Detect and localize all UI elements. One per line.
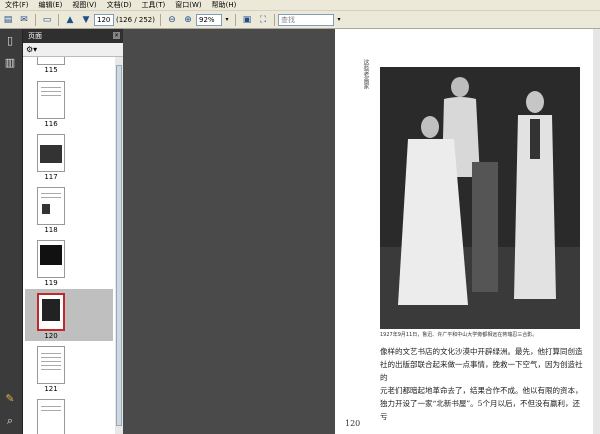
document-canvas: 这些老画家 1927年9月11日，鲁迅、许广平和中山大学旁都相远在蒋瑞忍三合影。… [124,29,600,434]
thumbnail-label: 119 [44,279,58,287]
comment-icon[interactable]: ▭ [40,13,54,26]
zoom-dropdown-icon[interactable]: ▾ [223,13,231,26]
pages-panel: 页面 × ⚙▾ 115 116 117 118 119 120 121 [23,29,123,434]
thumbnail-list: 115 116 117 118 119 120 121 [23,57,115,434]
page-total: (126 / 252) [116,15,155,24]
thumbnail-118[interactable] [37,187,65,225]
thumbnail-next[interactable] [37,399,65,434]
thumbnail-label: 115 [44,66,58,74]
zoom-input[interactable]: 92% [196,13,222,26]
historical-photo [380,67,580,329]
pages-panel-header: 页面 × [23,29,123,43]
document-page: 这些老画家 1927年9月11日，鲁迅、许广平和中山大学旁都相远在蒋瑞忍三合影。… [335,29,593,434]
menu-help[interactable]: 帮助(H) [207,0,242,10]
zoom-in-icon[interactable]: ⊕ [181,13,195,26]
body-text: 像样的文艺书店的文化沙漠中开辟绿洲。最先，他打算同创造 社的出版部联合起来做一点… [380,345,585,423]
thumbnail-scrollbar[interactable] [115,57,123,434]
body-line: 元老们都暗起地革命去了，结果合作不成。他以有限的资本， [380,386,583,395]
toolbar-separator [58,13,59,26]
thumbnail-115[interactable] [37,57,65,65]
toolbar-separator [160,13,161,26]
navigation-rail: ▯ ▥ ✎ ⌕ [0,29,23,434]
next-page-icon[interactable]: ▼ [79,13,93,26]
thumbnail-116[interactable] [37,81,65,119]
body-line: 社的出版部联合起来做一点事情，挽救一下空气，因为创造社的 [380,360,583,382]
menu-view[interactable]: 视图(V) [67,0,101,10]
thumbnail-117[interactable] [37,134,65,172]
fit-width-icon[interactable]: ⛶ [256,13,270,26]
menu-document[interactable]: 文档(D) [102,0,137,10]
thumbnail-label: 121 [44,385,58,393]
thumbnail-label: 118 [44,226,58,234]
pages-panel-title: 页面 [28,32,42,40]
toolbar-separator [235,13,236,26]
photo-figures [380,67,580,329]
page-number: 120 [345,419,361,428]
menu-file[interactable]: 文件(F) [0,0,34,10]
running-title: 这些老画家 [362,59,369,89]
thumbnail-121[interactable] [37,346,65,384]
thumbnail-label: 116 [44,120,58,128]
print-icon[interactable]: ▤ [1,13,15,26]
toolbar: ▤ ✉ ▭ ▲ ▼ 120 (126 / 252) ⊖ ⊕ 92% ▾ ▣ ⛶ … [0,11,600,29]
menu-tools[interactable]: 工具(T) [137,0,171,10]
zoom-out-icon[interactable]: ⊖ [165,13,179,26]
thumbnail-label: 120 [44,332,58,340]
photo-caption: 1927年9月11日，鲁迅、许广平和中山大学旁都相远在蒋瑞忍三合影。 [380,332,538,338]
pages-icon[interactable]: ▯ [4,35,16,47]
thumbnail-119[interactable] [37,240,65,278]
menu-window[interactable]: 窗口(W) [170,0,206,10]
toolbar-separator [274,13,275,26]
search-dropdown-icon[interactable]: ▾ [335,13,343,26]
attachments-icon[interactable]: ⌕ [4,415,16,427]
document-scrollbar[interactable] [593,29,600,434]
body-line: 像样的文艺书店的文化沙漠中开辟绿洲。最先，他打算同创造 [380,347,583,356]
body-line: 独力开设了一家“北新书屋”。5个月以后，不但没有赢利，还亏 [380,399,580,421]
panel-options-button[interactable]: ⚙▾ [23,43,123,57]
page-number-input[interactable]: 120 [94,13,114,26]
bookmarks-icon[interactable]: ▥ [4,57,16,69]
scrollbar-thumb[interactable] [116,65,122,426]
thumbnail-120[interactable] [37,293,65,331]
thumbnail-label: 117 [44,173,58,181]
search-input[interactable]: 查找 [278,13,334,26]
menu-bar: 文件(F) 编辑(E) 视图(V) 文档(D) 工具(T) 窗口(W) 帮助(H… [0,0,600,11]
prev-page-icon[interactable]: ▲ [63,13,77,26]
toolbar-separator [35,13,36,26]
menu-edit[interactable]: 编辑(E) [34,0,68,10]
email-icon[interactable]: ✉ [17,13,31,26]
close-icon[interactable]: × [113,32,120,39]
comments-icon[interactable]: ✎ [4,393,16,405]
fit-page-icon[interactable]: ▣ [240,13,254,26]
